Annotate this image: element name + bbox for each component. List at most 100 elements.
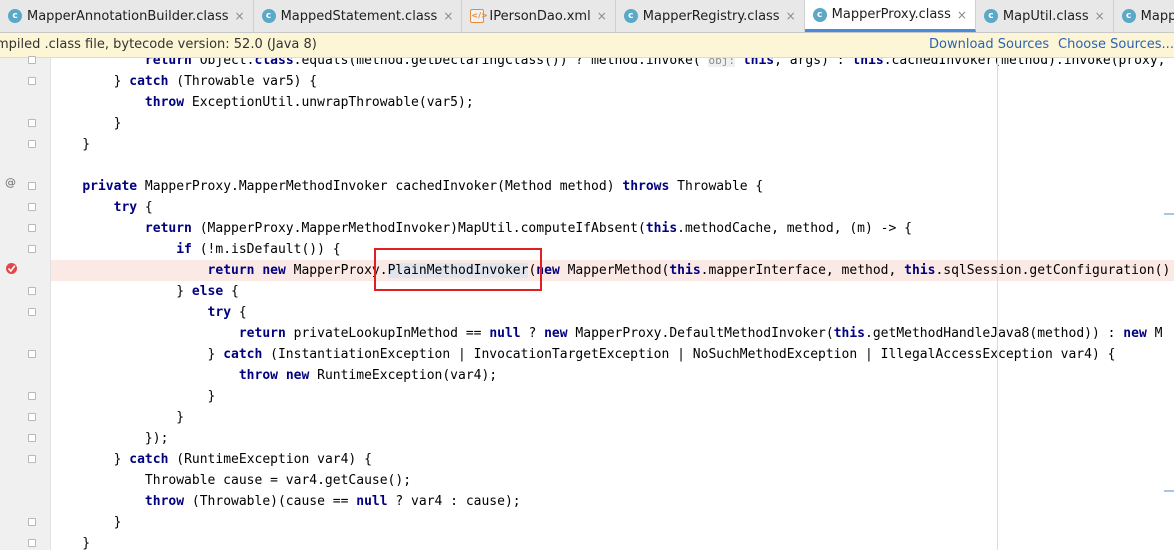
fold-marker-icon[interactable]: [28, 119, 36, 127]
close-icon[interactable]: ×: [597, 9, 607, 23]
tab-mapperproxy-class[interactable]: c MapperProxy.class ×: [804, 0, 976, 32]
code-line[interactable]: throw new RuntimeException(var4);: [51, 365, 1174, 386]
code-line[interactable]: }: [51, 113, 1174, 134]
fold-marker-icon[interactable]: [28, 539, 36, 547]
class-icon: c: [983, 9, 998, 23]
fold-marker-icon[interactable]: [28, 350, 36, 358]
code-line[interactable]: [51, 155, 1174, 176]
fold-marker-icon[interactable]: [28, 434, 36, 442]
code-line[interactable]: }: [51, 386, 1174, 407]
fold-marker-icon[interactable]: [28, 182, 36, 190]
code-token: private: [82, 179, 138, 194]
scroll-marker: [1164, 213, 1174, 215]
code-token: MapperMethod(: [559, 263, 670, 278]
code-token: }: [51, 347, 224, 362]
fold-marker-icon[interactable]: [28, 77, 36, 85]
code-line[interactable]: return Object.class.equals(method.getDec…: [51, 58, 1174, 71]
code-line[interactable]: } catch (Throwable var5) {: [51, 71, 1174, 92]
code-line[interactable]: return (MapperProxy.MapperMethodInvoker)…: [51, 218, 1174, 239]
code-token: MapperProxy.DefaultMethodInvoker(: [567, 326, 834, 341]
code-token: {: [137, 200, 153, 215]
code-line[interactable]: private MapperProxy.MapperMethodInvoker …: [51, 176, 1174, 197]
fold-marker-icon[interactable]: [28, 140, 36, 148]
code-line[interactable]: }: [51, 512, 1174, 533]
code-token: catch: [129, 452, 169, 467]
code-token: {: [231, 305, 247, 320]
tab-mapperannotationbuilder-class[interactable]: c MapperAnnotationBuilder.class ×: [0, 0, 254, 32]
code-token: return: [238, 326, 286, 341]
tab-label: MapperRegistry.class: [642, 8, 780, 24]
fold-marker-icon[interactable]: [28, 287, 36, 295]
code-line[interactable]: if (!m.isDefault()) {: [51, 239, 1174, 260]
tab-mappedstatement-class[interactable]: c MappedStatement.class ×: [254, 0, 463, 32]
code-line[interactable]: } catch (InstantiationException | Invoca…: [51, 344, 1174, 365]
class-icon: c: [261, 9, 276, 23]
download-sources-link[interactable]: Download Sources: [929, 33, 1049, 57]
close-icon[interactable]: ×: [443, 9, 453, 23]
close-icon[interactable]: ×: [1095, 9, 1105, 23]
choose-sources-link[interactable]: Choose Sources...: [1058, 33, 1174, 57]
code-token: .mapperInterface, method,: [700, 263, 905, 278]
close-icon[interactable]: ×: [235, 9, 245, 23]
code-token: throw: [144, 95, 185, 110]
close-icon[interactable]: ×: [957, 8, 967, 22]
code-token: (InstantiationException | InvocationTarg…: [262, 347, 1116, 362]
code-token: this: [833, 326, 866, 341]
editor-tab-bar: c MapperAnnotationBuilder.class × c MappedSt…: [0, 0, 1174, 33]
code-line[interactable]: return privateLookupInMethod == null ? n…: [51, 323, 1174, 344]
override-marker-icon[interactable]: @: [5, 176, 16, 189]
fold-marker-icon[interactable]: [28, 245, 36, 253]
tab-maputil-class[interactable]: c MapUtil.class ×: [976, 0, 1114, 32]
code-line[interactable]: return new MapperProxy.PlainMethodInvoke…: [51, 260, 1174, 281]
tab-ipersondao-xml[interactable]: </> IPersonDao.xml ×: [462, 0, 616, 32]
code-token: .cachedInvoker(method).invoke(proxy,: [883, 58, 1174, 68]
fold-marker-icon[interactable]: [28, 455, 36, 463]
code-token: if: [176, 242, 192, 257]
code-token: }: [51, 284, 192, 299]
code-line[interactable]: try {: [51, 197, 1174, 218]
fold-marker-icon[interactable]: [28, 518, 36, 526]
fold-marker-icon[interactable]: [28, 413, 36, 421]
code-token: .methodCache, method, (m) -> {: [677, 221, 912, 236]
code-line[interactable]: Throwable cause = var4.getCause();: [51, 470, 1174, 491]
tab-label: MapperProxy.class: [831, 7, 951, 22]
scroll-marker: [1164, 490, 1174, 492]
code-token: .sqlSession.getConfiguration(): [935, 263, 1171, 278]
code-line[interactable]: });: [51, 428, 1174, 449]
tab-mapperregistry-class[interactable]: c MapperRegistry.class ×: [616, 0, 805, 32]
tab-mappermethod-clas[interactable]: c MapperMethod.clas: [1114, 0, 1174, 32]
fold-marker-icon[interactable]: [28, 203, 36, 211]
code-token: }: [51, 116, 122, 131]
code-token: this: [904, 263, 936, 278]
fold-marker-icon[interactable]: [28, 224, 36, 232]
tab-label: MapperMethod.clas: [1140, 8, 1174, 24]
code-editor[interactable]: return Object.class.equals(method.getDec…: [51, 58, 1174, 550]
code-token: ExceptionUtil.unwrapThrowable(var5);: [184, 95, 474, 110]
tab-label: MappedStatement.class: [280, 8, 438, 24]
code-token: class: [254, 58, 294, 68]
editor-gutter[interactable]: @: [0, 56, 51, 550]
code-line[interactable]: throw (Throwable)(cause == null ? var4 :…: [51, 491, 1174, 512]
fold-marker-icon[interactable]: [28, 392, 36, 400]
code-line[interactable]: }: [51, 134, 1174, 155]
fold-marker-icon[interactable]: [28, 308, 36, 316]
code-line[interactable]: } catch (RuntimeException var4) {: [51, 449, 1174, 470]
code-line[interactable]: }: [51, 407, 1174, 428]
code-token: null: [489, 326, 521, 341]
code-token: try: [113, 200, 138, 215]
code-line[interactable]: } else {: [51, 281, 1174, 302]
close-icon[interactable]: ×: [786, 9, 796, 23]
code-line[interactable]: }: [51, 533, 1174, 550]
code-line[interactable]: try {: [51, 302, 1174, 323]
code-token: RuntimeException(var4);: [309, 368, 498, 383]
fold-marker-icon[interactable]: [28, 56, 36, 64]
xml-icon: </>: [470, 9, 488, 23]
code-token: .equals(method.getDeclaringClass()) ? me…: [293, 58, 709, 68]
highlight-annotation-box: [374, 248, 542, 291]
breakpoint-icon[interactable]: [5, 262, 18, 275]
code-line[interactable]: throw ExceptionUtil.unwrapThrowable(var5…: [51, 92, 1174, 113]
